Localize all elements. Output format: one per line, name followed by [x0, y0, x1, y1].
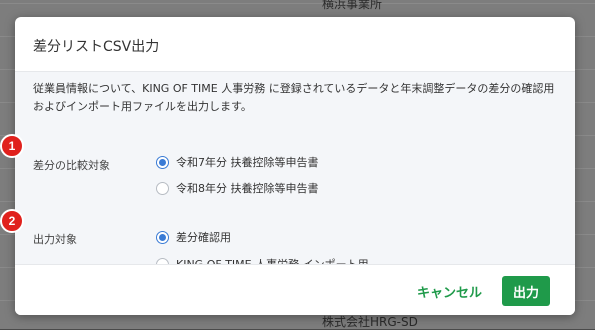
annotation-badge-2: 2 [0, 209, 24, 233]
radio-button[interactable] [156, 181, 169, 195]
dialog-title: 差分リストCSV出力 [33, 39, 160, 55]
compare-target-label: 差分の比較対象 [33, 159, 110, 172]
output-target-label: 出力対象 [33, 233, 77, 246]
radio-button-checked[interactable] [156, 155, 169, 169]
radio-option-r8[interactable]: 令和8年分 扶養控除等申告書 [156, 180, 319, 196]
dialog-description: 従業員情報について、KING OF TIME 人事労務 に登録されているデータと… [33, 82, 555, 113]
dialog-footer: キャンセル 出力 [15, 264, 575, 315]
dialog-header: 差分リストCSV出力 [15, 17, 575, 72]
radio-option-label: 令和7年分 扶養控除等申告書 [176, 156, 319, 169]
bg-cell-text-top: 横浜事業所 [322, 0, 383, 11]
radio-option-label: 差分確認用 [176, 231, 231, 244]
radio-option-label: 令和8年分 扶養控除等申告書 [176, 182, 319, 195]
cancel-button[interactable]: キャンセル [409, 276, 490, 306]
diff-csv-export-dialog: 差分リストCSV出力 従業員情報について、KING OF TIME 人事労務 に… [15, 17, 575, 315]
dialog-body: 従業員情報について、KING OF TIME 人事労務 に登録されているデータと… [15, 72, 575, 271]
export-button[interactable]: 出力 [502, 276, 550, 306]
radio-button-checked[interactable] [156, 230, 169, 244]
bg-table-line [0, 3, 595, 4]
radio-option-diff-check[interactable]: 差分確認用 [156, 229, 231, 245]
bg-cell-text-bottom: 株式会社HRG-SD [322, 315, 418, 329]
annotation-badge-1: 1 [0, 134, 24, 158]
radio-option-r7[interactable]: 令和7年分 扶養控除等申告書 [156, 154, 319, 170]
